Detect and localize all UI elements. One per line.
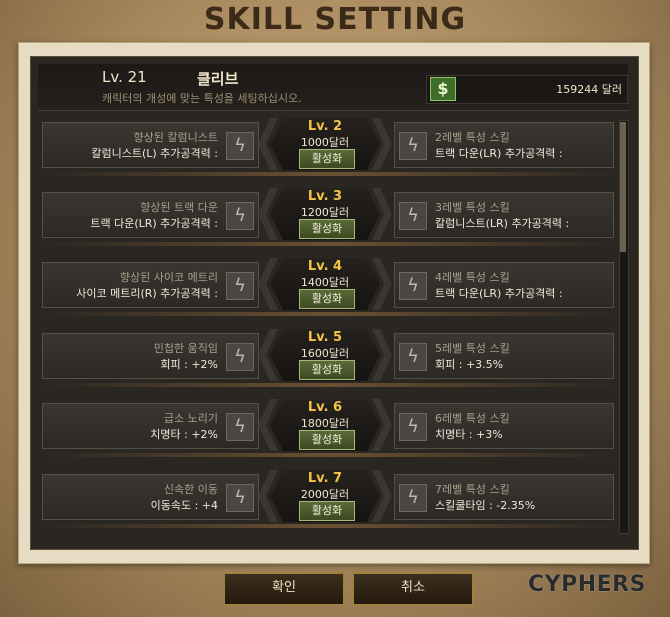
left-skill-stat: 사이코 메트리(R) 추가공격력 :: [76, 287, 218, 300]
right-skill-panel[interactable]: ϟ 4레벨 특성 스킬트랙 다운(LR) 추가공격력 :: [394, 262, 614, 308]
skill-row: 향상된 트랙 다운트랙 다운(LR) 추가공격력 : ϟ Lv. 3 1200달러 활성…: [0, 188, 670, 246]
skill-row: 향상된 사이코 메트리사이코 메트리(R) 추가공격력 : ϟ Lv. 4 1400달…: [0, 258, 670, 316]
character-name: 클리브: [197, 70, 239, 88]
cyphers-logo: CYPHERS: [528, 572, 646, 597]
row-divider: [40, 524, 620, 528]
skill-row: 민첩한 움직임회피 : +2% ϟ Lv. 5 1600달러 활성화 ϟ 5레벨 특성 스킬…: [0, 329, 670, 387]
left-skill-stat: 칼럼니스트(L) 추가공격력 :: [91, 147, 218, 160]
row-divider: [40, 242, 620, 246]
right-skill-title: 4레벨 특성 스킬: [435, 271, 510, 284]
page-title: SKILL SETTING: [203, 2, 467, 37]
skill-cost: 1800달러: [300, 417, 350, 430]
left-skill-title: 향상된 트랙 다운: [140, 201, 218, 214]
left-skill-stat: 트랙 다운(LR) 추가공격력 :: [90, 217, 218, 230]
cancel-button[interactable]: 취소: [352, 572, 474, 606]
confirm-button[interactable]: 확인: [223, 572, 345, 606]
activate-button[interactable]: 활성화: [299, 149, 355, 169]
skill-cost: 2000달러: [300, 488, 350, 501]
skill-level: Lv. 3: [307, 189, 343, 204]
skill-cost: 1200달러: [300, 206, 350, 219]
lightning-bolt-icon: ϟ: [399, 202, 427, 230]
right-skill-stat: 트랙 다운(LR) 추가공격력 :: [435, 147, 563, 160]
skill-level: Lv. 6: [307, 400, 343, 415]
left-skill-panel[interactable]: 향상된 트랙 다운트랙 다운(LR) 추가공격력 : ϟ: [42, 192, 259, 238]
right-skill-stat: 칼럼니스트(LR) 추가공격력 :: [435, 217, 570, 230]
activate-button[interactable]: 활성화: [299, 430, 355, 450]
activate-button[interactable]: 활성화: [299, 289, 355, 309]
left-skill-stat: 이동속도 : +4: [150, 499, 218, 512]
left-skill-panel[interactable]: 향상된 사이코 메트리사이코 메트리(R) 추가공격력 : ϟ: [42, 262, 259, 308]
lightning-bolt-icon: ϟ: [226, 272, 254, 300]
lightning-bolt-icon: ϟ: [226, 132, 254, 160]
money-amount: 159244 달러: [556, 83, 622, 96]
right-skill-panel[interactable]: ϟ 6레벨 특성 스킬치명타 : +3%: [394, 403, 614, 449]
left-skill-panel[interactable]: 민첩한 움직임회피 : +2% ϟ: [42, 333, 259, 379]
lightning-bolt-icon: ϟ: [226, 343, 254, 371]
skill-level: Lv. 5: [307, 330, 343, 345]
activate-button[interactable]: 활성화: [299, 219, 355, 239]
lightning-bolt-icon: ϟ: [226, 484, 254, 512]
skill-cost: 1000달러: [300, 136, 350, 149]
row-divider: [40, 172, 620, 176]
scrollbar-thumb[interactable]: [620, 122, 626, 252]
skill-row: 향상된 칼럼니스트칼럼니스트(L) 추가공격력 : ϟ Lv. 2 1000달러 활성화…: [0, 118, 670, 176]
lightning-bolt-icon: ϟ: [226, 413, 254, 441]
skill-level: Lv. 4: [307, 259, 343, 274]
right-skill-panel[interactable]: ϟ 2레벨 특성 스킬트랙 다운(LR) 추가공격력 :: [394, 122, 614, 168]
right-skill-stat: 트랙 다운(LR) 추가공격력 :: [435, 287, 563, 300]
right-skill-stat: 회피 : +3.5%: [435, 358, 504, 371]
row-divider: [40, 383, 620, 387]
skill-row: 신속한 이동이동속도 : +4 ϟ Lv. 7 2000달러 활성화 ϟ 7레벨 특성 스킬…: [0, 470, 670, 528]
skill-level: Lv. 7: [307, 471, 343, 486]
right-skill-stat: 치명타 : +3%: [435, 428, 503, 441]
right-skill-panel[interactable]: ϟ 3레벨 특성 스킬칼럼니스트(LR) 추가공격력 :: [394, 192, 614, 238]
right-skill-title: 5레벨 특성 스킬: [435, 342, 510, 355]
row-divider: [40, 312, 620, 316]
right-skill-stat: 스킬쿨타임 : -2.35%: [435, 499, 536, 512]
left-skill-panel[interactable]: 급소 노리기치명타 : +2% ϟ: [42, 403, 259, 449]
right-skill-panel[interactable]: ϟ 7레벨 특성 스킬스킬쿨타임 : -2.35%: [394, 474, 614, 520]
activate-button[interactable]: 활성화: [299, 501, 355, 521]
lightning-bolt-icon: ϟ: [399, 272, 427, 300]
lightning-bolt-icon: ϟ: [399, 484, 427, 512]
skill-row: 급소 노리기치명타 : +2% ϟ Lv. 6 1800달러 활성화 ϟ 6레벨 특성 스킬…: [0, 399, 670, 457]
left-skill-stat: 회피 : +2%: [160, 358, 218, 371]
skill-level: Lv. 2: [307, 119, 343, 134]
left-skill-title: 급소 노리기: [163, 412, 218, 425]
dollar-icon: $: [430, 77, 456, 101]
right-skill-title: 2레벨 특성 스킬: [435, 131, 510, 144]
lightning-bolt-icon: ϟ: [226, 202, 254, 230]
skill-cost: 1600달러: [300, 347, 350, 360]
right-skill-title: 6레벨 특성 스킬: [435, 412, 510, 425]
left-skill-title: 향상된 사이코 메트리: [119, 271, 218, 284]
lightning-bolt-icon: ϟ: [399, 413, 427, 441]
skill-cost: 1400달러: [300, 276, 350, 289]
activate-button[interactable]: 활성화: [299, 360, 355, 380]
left-skill-title: 향상된 칼럼니스트: [133, 131, 218, 144]
left-skill-panel[interactable]: 신속한 이동이동속도 : +4 ϟ: [42, 474, 259, 520]
row-divider: [40, 453, 620, 457]
left-skill-stat: 치명타 : +2%: [150, 428, 218, 441]
right-skill-title: 7레벨 특성 스킬: [435, 483, 510, 496]
left-skill-panel[interactable]: 향상된 칼럼니스트칼럼니스트(L) 추가공격력 : ϟ: [42, 122, 259, 168]
left-skill-title: 신속한 이동: [163, 483, 218, 496]
right-skill-panel[interactable]: ϟ 5레벨 특성 스킬회피 : +3.5%: [394, 333, 614, 379]
lightning-bolt-icon: ϟ: [399, 343, 427, 371]
character-level: Lv. 21: [102, 68, 147, 86]
header-description: 캐릭터의 개성에 맞는 특성을 세팅하십시오.: [102, 92, 302, 105]
left-skill-title: 민첩한 움직임: [153, 342, 218, 355]
lightning-bolt-icon: ϟ: [399, 132, 427, 160]
right-skill-title: 3레벨 특성 스킬: [435, 201, 510, 214]
